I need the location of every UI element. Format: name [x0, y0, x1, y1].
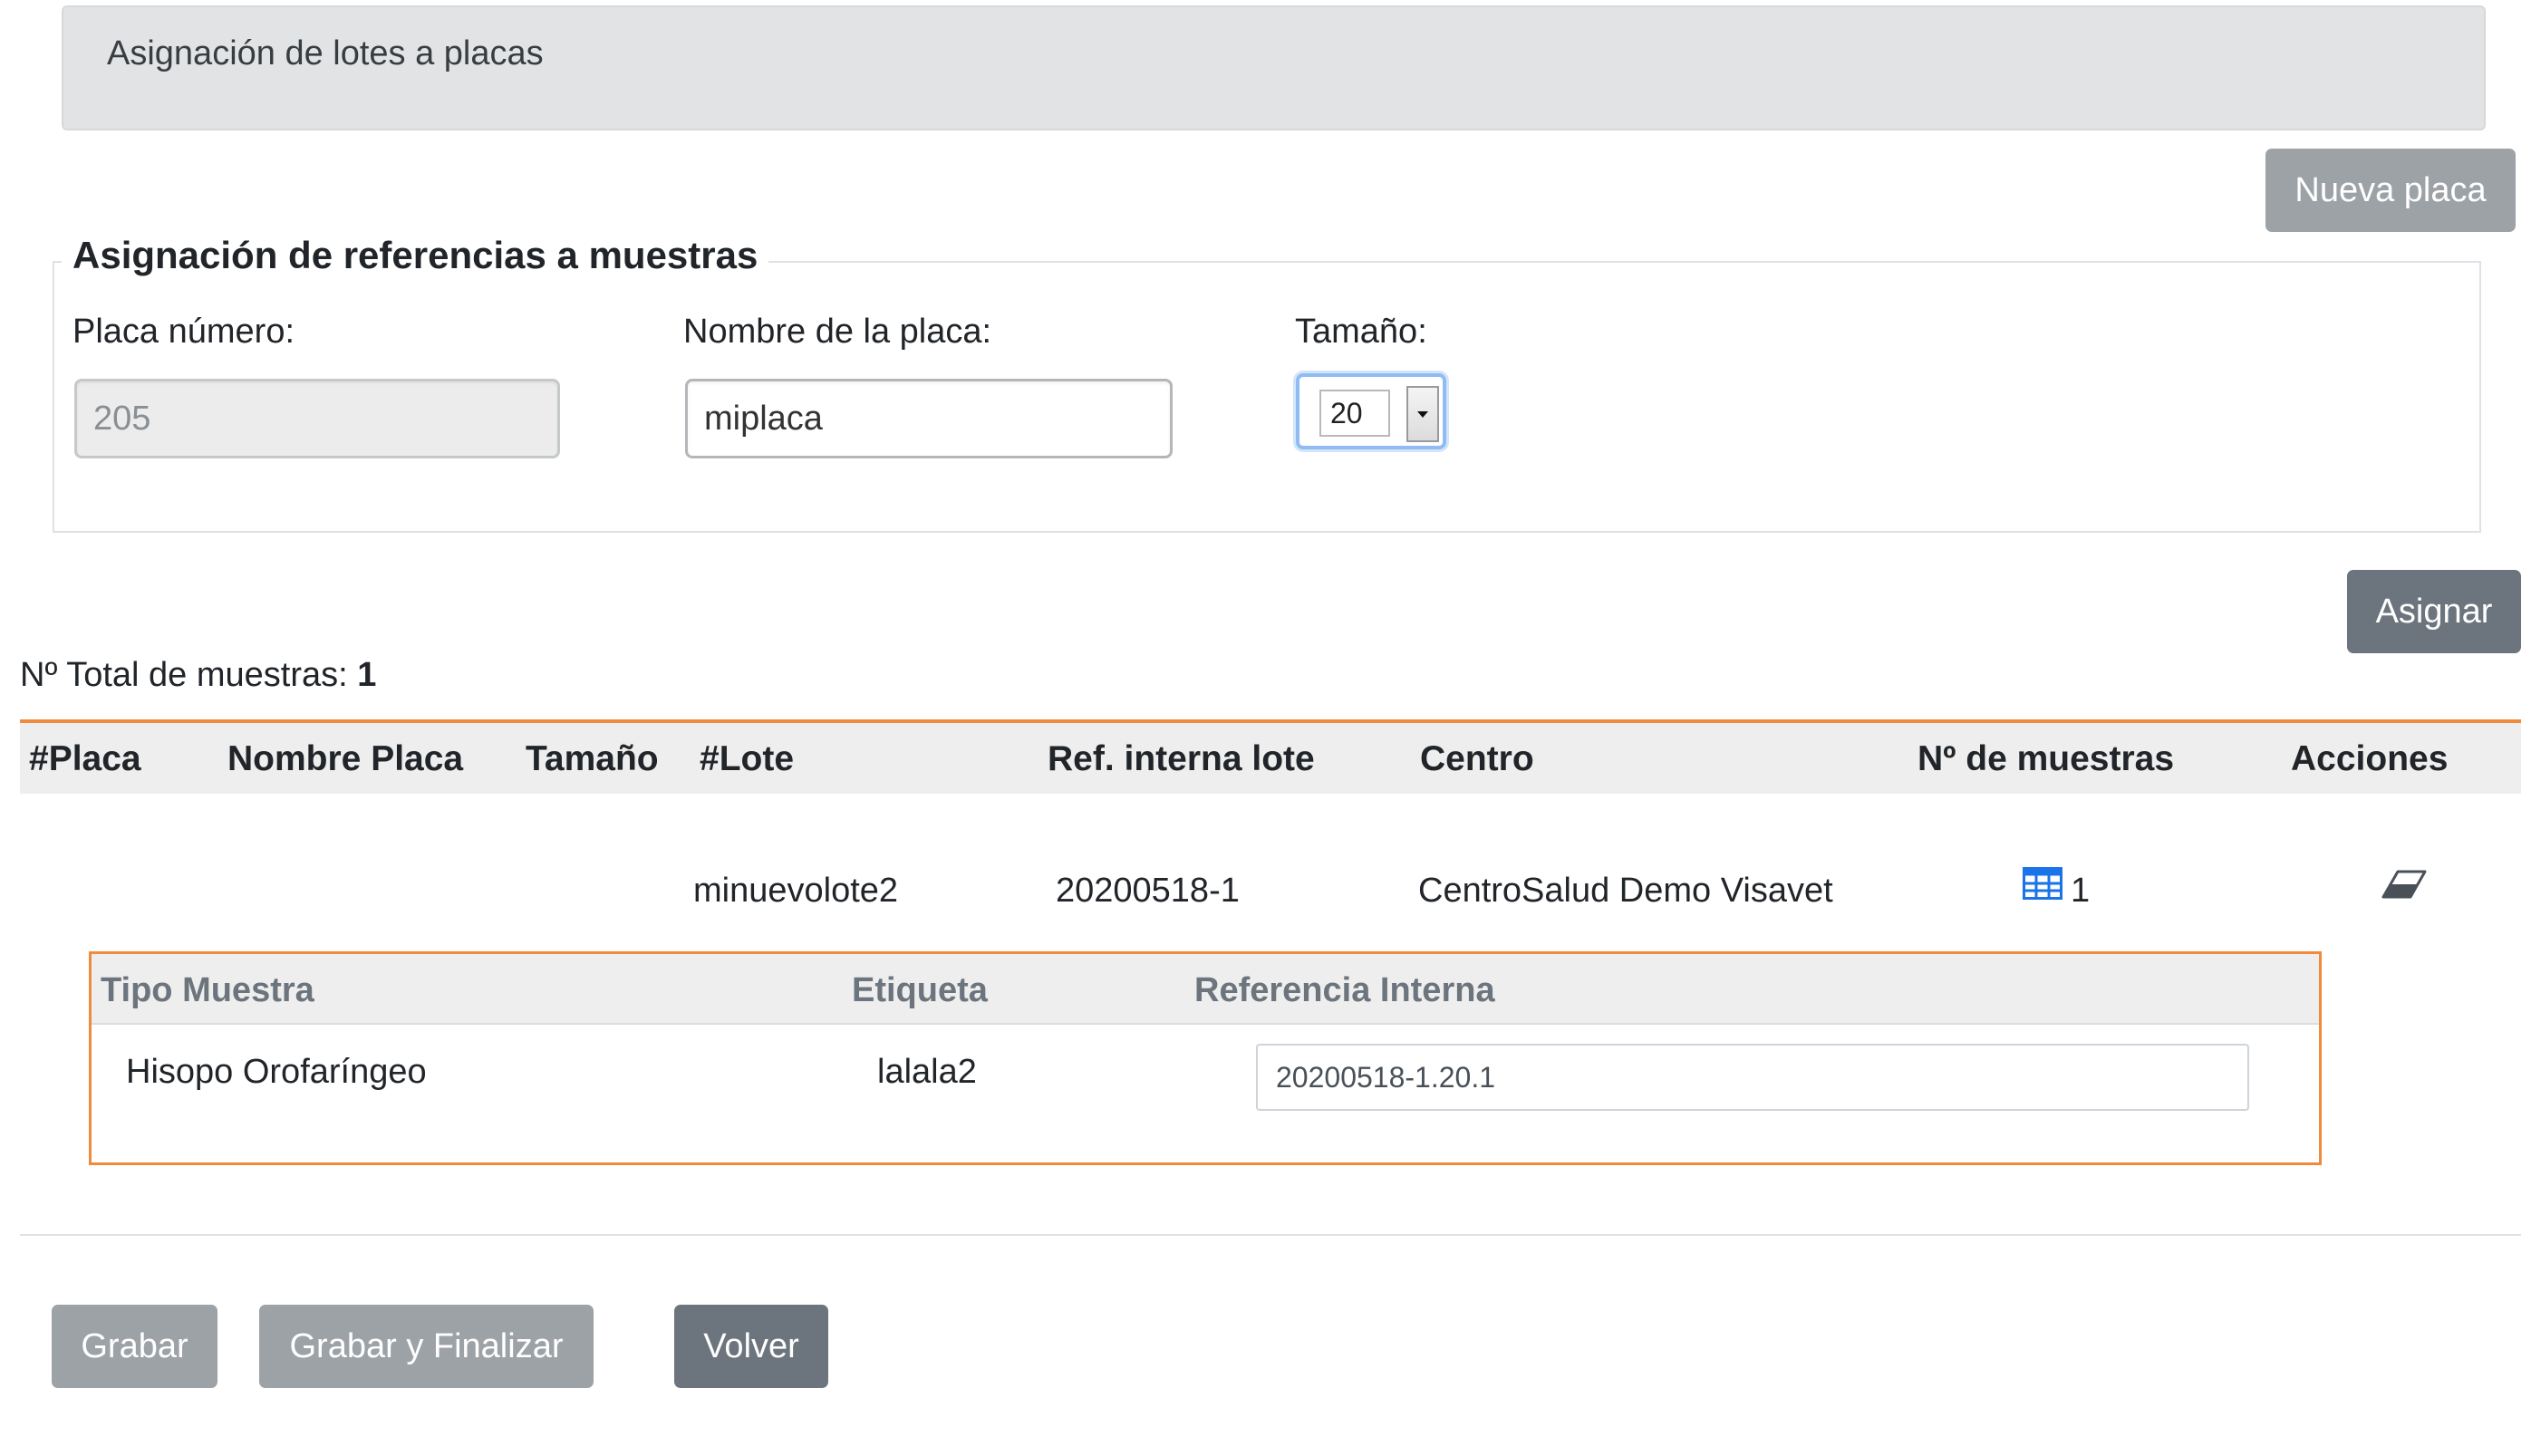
cell-n-muestras: 1	[2071, 872, 2091, 910]
column-header-n-muestras[interactable]: Nº de muestras	[1918, 739, 2174, 779]
column-header-centro[interactable]: Centro	[1420, 739, 1534, 779]
new-plate-button[interactable]: Nueva placa	[2265, 149, 2516, 232]
save-and-finish-button[interactable]: Grabar y Finalizar	[259, 1305, 594, 1388]
cell-ref-interna: 20200518-1	[1056, 872, 1240, 910]
cell-centro: CentroSalud Demo Visavet	[1418, 872, 1833, 910]
size-label: Tamaño:	[1295, 313, 1427, 351]
cell-lote: minuevolote2	[693, 872, 899, 910]
subcolumn-header-referencia: Referencia Interna	[1194, 971, 1495, 1009]
column-header-tamano[interactable]: Tamaño	[526, 739, 659, 779]
total-samples-text: Nº Total de muestras: 1	[20, 656, 376, 695]
plate-number-label: Placa número:	[72, 313, 295, 351]
plate-number-field[interactable]: 205	[74, 379, 560, 458]
column-header-acciones: Acciones	[2291, 739, 2449, 778]
assign-button[interactable]: Asignar	[2347, 570, 2521, 653]
size-select-value: 20	[1319, 390, 1390, 437]
divider	[20, 1234, 2521, 1236]
subcell-etiqueta: lalala2	[877, 1053, 977, 1091]
size-select[interactable]: 20	[1296, 373, 1446, 449]
column-header-ref-interna[interactable]: Ref. interna lote	[1048, 739, 1315, 779]
total-samples-value: 1	[357, 656, 377, 694]
eraser-icon[interactable]	[2380, 868, 2429, 901]
total-samples-label: Nº Total de muestras:	[20, 656, 348, 694]
subcell-tipo: Hisopo Orofaríngeo	[126, 1053, 427, 1091]
plate-name-label: Nombre de la placa:	[683, 313, 992, 351]
table-grid-icon[interactable]	[2023, 867, 2062, 900]
subcolumn-header-tipo: Tipo Muestra	[101, 971, 314, 1009]
column-header-placa[interactable]: #Placa	[29, 739, 141, 779]
subcolumn-header-etiqueta: Etiqueta	[852, 971, 988, 1009]
chevron-down-icon[interactable]	[1406, 386, 1439, 442]
column-header-nombre-placa[interactable]: Nombre Placa	[227, 739, 463, 779]
plate-name-field[interactable]: miplaca	[685, 379, 1173, 458]
page-title: Asignación de lotes a placas	[107, 34, 544, 72]
internal-reference-field[interactable]: 20200518-1.20.1	[1256, 1044, 2249, 1111]
column-header-lote[interactable]: #Lote	[700, 739, 794, 779]
plate-form-legend: Asignación de referencias a muestras	[62, 234, 769, 277]
back-button[interactable]: Volver	[674, 1305, 828, 1388]
save-button[interactable]: Grabar	[52, 1305, 217, 1388]
